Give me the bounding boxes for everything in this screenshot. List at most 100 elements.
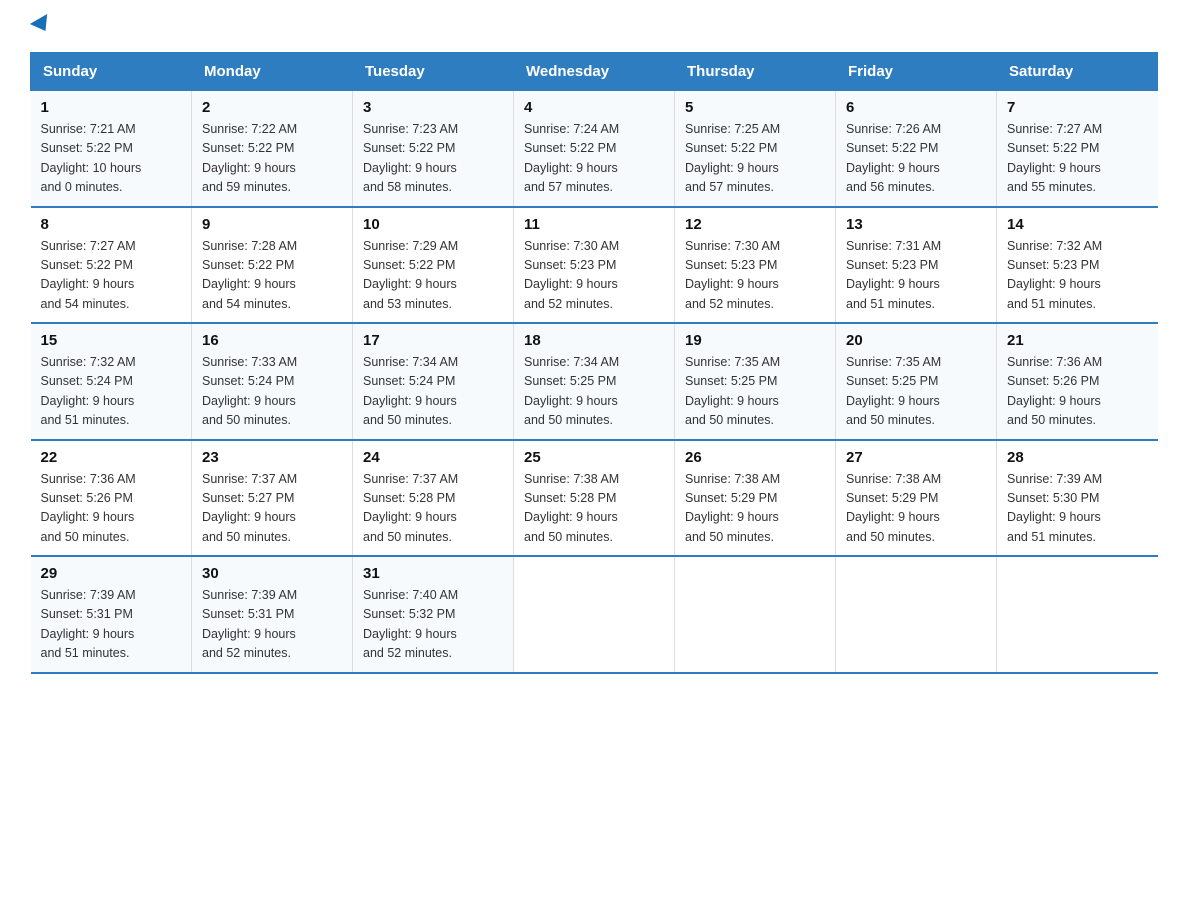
calendar-week-row: 29 Sunrise: 7:39 AMSunset: 5:31 PMDaylig… <box>31 556 1158 673</box>
day-info: Sunrise: 7:36 AMSunset: 5:26 PMDaylight:… <box>41 472 136 544</box>
calendar-cell: 31 Sunrise: 7:40 AMSunset: 5:32 PMDaylig… <box>353 556 514 673</box>
day-info: Sunrise: 7:28 AMSunset: 5:22 PMDaylight:… <box>202 239 297 311</box>
day-number: 10 <box>363 216 503 233</box>
calendar-cell: 5 Sunrise: 7:25 AMSunset: 5:22 PMDayligh… <box>675 91 836 207</box>
day-number: 28 <box>1007 449 1148 466</box>
day-info: Sunrise: 7:39 AMSunset: 5:31 PMDaylight:… <box>202 588 297 660</box>
day-info: Sunrise: 7:27 AMSunset: 5:22 PMDaylight:… <box>1007 122 1102 194</box>
weekday-header-saturday: Saturday <box>997 53 1158 91</box>
calendar-cell: 6 Sunrise: 7:26 AMSunset: 5:22 PMDayligh… <box>836 91 997 207</box>
calendar-cell: 14 Sunrise: 7:32 AMSunset: 5:23 PMDaylig… <box>997 207 1158 324</box>
day-info: Sunrise: 7:26 AMSunset: 5:22 PMDaylight:… <box>846 122 941 194</box>
day-info: Sunrise: 7:35 AMSunset: 5:25 PMDaylight:… <box>685 355 780 427</box>
day-info: Sunrise: 7:24 AMSunset: 5:22 PMDaylight:… <box>524 122 619 194</box>
day-info: Sunrise: 7:38 AMSunset: 5:29 PMDaylight:… <box>846 472 941 544</box>
day-info: Sunrise: 7:22 AMSunset: 5:22 PMDaylight:… <box>202 122 297 194</box>
calendar-cell <box>997 556 1158 673</box>
day-number: 25 <box>524 449 664 466</box>
weekday-header-friday: Friday <box>836 53 997 91</box>
calendar-cell: 25 Sunrise: 7:38 AMSunset: 5:28 PMDaylig… <box>514 440 675 557</box>
calendar-cell: 7 Sunrise: 7:27 AMSunset: 5:22 PMDayligh… <box>997 91 1158 207</box>
calendar-week-row: 15 Sunrise: 7:32 AMSunset: 5:24 PMDaylig… <box>31 323 1158 440</box>
calendar-cell: 27 Sunrise: 7:38 AMSunset: 5:29 PMDaylig… <box>836 440 997 557</box>
day-number: 21 <box>1007 332 1148 349</box>
day-info: Sunrise: 7:36 AMSunset: 5:26 PMDaylight:… <box>1007 355 1102 427</box>
weekday-header-thursday: Thursday <box>675 53 836 91</box>
day-info: Sunrise: 7:21 AMSunset: 5:22 PMDaylight:… <box>41 122 142 194</box>
day-number: 20 <box>846 332 986 349</box>
day-info: Sunrise: 7:38 AMSunset: 5:29 PMDaylight:… <box>685 472 780 544</box>
logo-arrow-icon <box>30 14 54 36</box>
calendar-cell: 15 Sunrise: 7:32 AMSunset: 5:24 PMDaylig… <box>31 323 192 440</box>
weekday-header-wednesday: Wednesday <box>514 53 675 91</box>
day-number: 7 <box>1007 99 1148 116</box>
day-info: Sunrise: 7:35 AMSunset: 5:25 PMDaylight:… <box>846 355 941 427</box>
calendar-cell: 4 Sunrise: 7:24 AMSunset: 5:22 PMDayligh… <box>514 91 675 207</box>
logo <box>30 20 52 34</box>
calendar-cell <box>514 556 675 673</box>
day-number: 24 <box>363 449 503 466</box>
calendar-week-row: 22 Sunrise: 7:36 AMSunset: 5:26 PMDaylig… <box>31 440 1158 557</box>
calendar-cell: 29 Sunrise: 7:39 AMSunset: 5:31 PMDaylig… <box>31 556 192 673</box>
day-number: 30 <box>202 565 342 582</box>
calendar-cell: 10 Sunrise: 7:29 AMSunset: 5:22 PMDaylig… <box>353 207 514 324</box>
day-number: 19 <box>685 332 825 349</box>
day-number: 13 <box>846 216 986 233</box>
day-number: 12 <box>685 216 825 233</box>
weekday-header-monday: Monday <box>192 53 353 91</box>
calendar-cell: 20 Sunrise: 7:35 AMSunset: 5:25 PMDaylig… <box>836 323 997 440</box>
day-info: Sunrise: 7:34 AMSunset: 5:24 PMDaylight:… <box>363 355 458 427</box>
calendar-cell: 9 Sunrise: 7:28 AMSunset: 5:22 PMDayligh… <box>192 207 353 324</box>
day-number: 14 <box>1007 216 1148 233</box>
day-info: Sunrise: 7:23 AMSunset: 5:22 PMDaylight:… <box>363 122 458 194</box>
day-number: 9 <box>202 216 342 233</box>
day-info: Sunrise: 7:34 AMSunset: 5:25 PMDaylight:… <box>524 355 619 427</box>
day-number: 4 <box>524 99 664 116</box>
day-info: Sunrise: 7:33 AMSunset: 5:24 PMDaylight:… <box>202 355 297 427</box>
day-number: 22 <box>41 449 182 466</box>
day-number: 6 <box>846 99 986 116</box>
calendar-cell: 16 Sunrise: 7:33 AMSunset: 5:24 PMDaylig… <box>192 323 353 440</box>
day-info: Sunrise: 7:30 AMSunset: 5:23 PMDaylight:… <box>524 239 619 311</box>
day-info: Sunrise: 7:39 AMSunset: 5:30 PMDaylight:… <box>1007 472 1102 544</box>
calendar-cell: 11 Sunrise: 7:30 AMSunset: 5:23 PMDaylig… <box>514 207 675 324</box>
day-number: 11 <box>524 216 664 233</box>
calendar-cell <box>675 556 836 673</box>
day-number: 26 <box>685 449 825 466</box>
calendar-cell: 30 Sunrise: 7:39 AMSunset: 5:31 PMDaylig… <box>192 556 353 673</box>
calendar-cell: 22 Sunrise: 7:36 AMSunset: 5:26 PMDaylig… <box>31 440 192 557</box>
day-info: Sunrise: 7:40 AMSunset: 5:32 PMDaylight:… <box>363 588 458 660</box>
calendar-cell: 17 Sunrise: 7:34 AMSunset: 5:24 PMDaylig… <box>353 323 514 440</box>
day-number: 16 <box>202 332 342 349</box>
calendar-cell: 26 Sunrise: 7:38 AMSunset: 5:29 PMDaylig… <box>675 440 836 557</box>
day-info: Sunrise: 7:37 AMSunset: 5:28 PMDaylight:… <box>363 472 458 544</box>
calendar-cell: 12 Sunrise: 7:30 AMSunset: 5:23 PMDaylig… <box>675 207 836 324</box>
day-info: Sunrise: 7:37 AMSunset: 5:27 PMDaylight:… <box>202 472 297 544</box>
day-number: 2 <box>202 99 342 116</box>
calendar-cell: 13 Sunrise: 7:31 AMSunset: 5:23 PMDaylig… <box>836 207 997 324</box>
day-info: Sunrise: 7:39 AMSunset: 5:31 PMDaylight:… <box>41 588 136 660</box>
day-number: 5 <box>685 99 825 116</box>
day-info: Sunrise: 7:25 AMSunset: 5:22 PMDaylight:… <box>685 122 780 194</box>
calendar-cell: 23 Sunrise: 7:37 AMSunset: 5:27 PMDaylig… <box>192 440 353 557</box>
day-info: Sunrise: 7:27 AMSunset: 5:22 PMDaylight:… <box>41 239 136 311</box>
day-info: Sunrise: 7:32 AMSunset: 5:23 PMDaylight:… <box>1007 239 1102 311</box>
calendar-cell: 24 Sunrise: 7:37 AMSunset: 5:28 PMDaylig… <box>353 440 514 557</box>
calendar-cell: 28 Sunrise: 7:39 AMSunset: 5:30 PMDaylig… <box>997 440 1158 557</box>
calendar-cell: 21 Sunrise: 7:36 AMSunset: 5:26 PMDaylig… <box>997 323 1158 440</box>
weekday-header-tuesday: Tuesday <box>353 53 514 91</box>
day-info: Sunrise: 7:30 AMSunset: 5:23 PMDaylight:… <box>685 239 780 311</box>
calendar-cell <box>836 556 997 673</box>
calendar-cell: 1 Sunrise: 7:21 AMSunset: 5:22 PMDayligh… <box>31 91 192 207</box>
day-number: 27 <box>846 449 986 466</box>
day-number: 18 <box>524 332 664 349</box>
day-info: Sunrise: 7:32 AMSunset: 5:24 PMDaylight:… <box>41 355 136 427</box>
day-number: 8 <box>41 216 182 233</box>
day-info: Sunrise: 7:31 AMSunset: 5:23 PMDaylight:… <box>846 239 941 311</box>
day-number: 31 <box>363 565 503 582</box>
day-info: Sunrise: 7:38 AMSunset: 5:28 PMDaylight:… <box>524 472 619 544</box>
calendar-cell: 8 Sunrise: 7:27 AMSunset: 5:22 PMDayligh… <box>31 207 192 324</box>
day-info: Sunrise: 7:29 AMSunset: 5:22 PMDaylight:… <box>363 239 458 311</box>
day-number: 23 <box>202 449 342 466</box>
calendar-cell: 18 Sunrise: 7:34 AMSunset: 5:25 PMDaylig… <box>514 323 675 440</box>
